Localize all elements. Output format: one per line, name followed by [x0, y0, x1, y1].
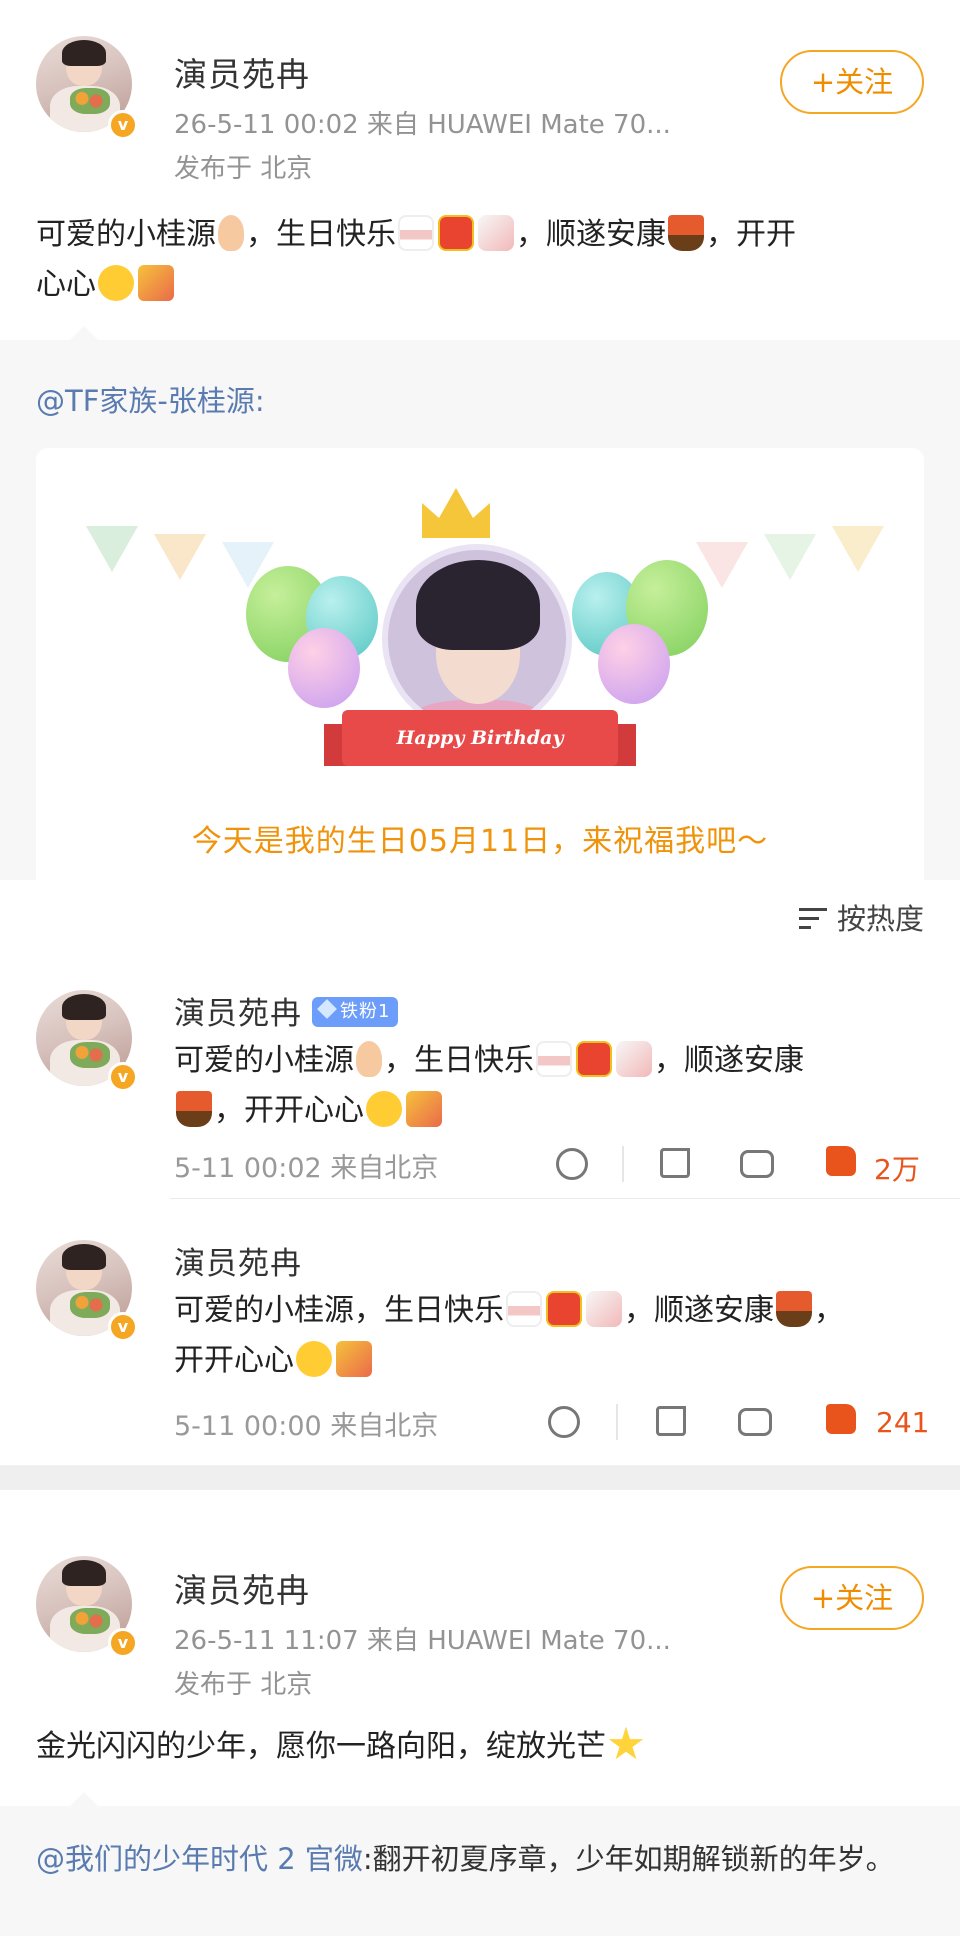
sailboat-icon	[176, 1090, 212, 1127]
author-name[interactable]: 演员苑冉	[174, 1564, 310, 1612]
sailboat-icon	[668, 214, 704, 251]
post-location: 发布于 北京	[174, 154, 313, 184]
repost-text: @我们的少年时代 2 官微:翻开初夏序章，少年如期解锁新的年岁。	[36, 1842, 895, 1876]
smile-icon	[296, 1340, 332, 1377]
verified-badge-icon: v	[108, 1628, 138, 1658]
repost-block[interactable]: @我们的少年时代 2 官微:翻开初夏序章，少年如期解锁新的年岁。	[0, 1792, 960, 1936]
diamond-icon	[317, 998, 337, 1019]
comment-item[interactable]: v 演员苑冉 铁粉1 可爱的小桂源 ，生日快乐 ，顺遂安康 ，开开心心 5-11 00…	[0, 970, 960, 1198]
gift-icon	[438, 214, 474, 251]
birthday-card[interactable]: Happy Birthday 今天是我的生日05月11日，来祝福我吧～	[36, 448, 924, 880]
comment-text: 可爱的小桂源 ，生日快乐 ，顺遂安康 ，开开心心	[174, 1036, 894, 1136]
smile-icon	[366, 1090, 402, 1127]
post-time-source: 26-5-11 00:02 来自 HUAWEI Mate 70...	[174, 110, 671, 140]
repost-notch	[70, 1792, 98, 1806]
comment-item[interactable]: v 演员苑冉 可爱的小桂源，生日快乐 ，顺遂安康， 开开心心 5-11 00:00…	[0, 1200, 960, 1450]
happy-birthday-ribbon: Happy Birthday	[342, 710, 618, 766]
sort-label: 按热度	[836, 902, 924, 936]
author-name[interactable]: 演员苑冉	[174, 48, 310, 96]
cake-icon	[536, 1040, 572, 1077]
verified-badge-icon: v	[108, 1062, 138, 1092]
birthday-portrait	[382, 544, 572, 734]
comment-time: 5-11 00:02 来自北京	[174, 1153, 439, 1184]
cake-icon	[398, 214, 434, 251]
section-gap	[0, 1466, 960, 1490]
follow-button[interactable]: +关注	[780, 1566, 924, 1630]
repost-mention[interactable]: @我们的少年时代 2 官微	[36, 1842, 363, 1876]
comment-time: 5-11 00:00 来自北京	[174, 1411, 439, 1442]
sad-face-icon[interactable]	[556, 1148, 588, 1180]
follow-button[interactable]: +关注	[780, 50, 924, 114]
like-count: 2万	[874, 1153, 920, 1186]
party-popper-icon	[138, 264, 174, 301]
star-icon	[608, 1726, 644, 1760]
party-popper-icon	[406, 1090, 442, 1127]
sort-by-hot[interactable]: 按热度	[798, 896, 924, 938]
verified-badge-icon: v	[108, 110, 138, 140]
like-icon[interactable]	[826, 1146, 856, 1176]
share-icon[interactable]	[660, 1148, 690, 1178]
share-icon[interactable]	[656, 1406, 686, 1436]
repost-notch	[70, 326, 98, 340]
smile-icon	[98, 264, 134, 301]
ribbon-icon	[478, 214, 514, 251]
comment-icon[interactable]	[738, 1408, 772, 1436]
comment-icon[interactable]	[740, 1150, 774, 1178]
party-popper-icon	[336, 1340, 372, 1377]
fan-badge: 铁粉1	[312, 996, 399, 1027]
birthday-caption: 今天是我的生日05月11日，来祝福我吧～	[191, 824, 769, 859]
crown-icon	[422, 488, 490, 538]
comment-author[interactable]: 演员苑冉 铁粉1	[174, 988, 399, 1033]
ribbon-icon	[586, 1290, 622, 1327]
comment-author[interactable]: 演员苑冉	[174, 1238, 302, 1283]
like-count: 241	[876, 1406, 930, 1439]
comment-text: 可爱的小桂源，生日快乐 ，顺遂安康， 开开心心	[174, 1286, 904, 1386]
balloon	[598, 624, 670, 704]
post-location: 发布于 北京	[174, 1670, 313, 1700]
post-card-1: v 演员苑冉 26-5-11 00:02 来自 HUAWEI Mate 70..…	[0, 0, 960, 340]
post-time-source: 26-5-11 11:07 来自 HUAWEI Mate 70...	[174, 1626, 671, 1656]
gift-icon	[546, 1290, 582, 1327]
sad-face-icon[interactable]	[548, 1406, 580, 1438]
sailboat-icon	[776, 1290, 812, 1327]
like-icon[interactable]	[826, 1404, 856, 1434]
post-text: 可爱的小桂源 ，生日快乐 ，顺遂安康 ，开开 心心	[36, 210, 936, 310]
hand-heart-icon	[218, 214, 244, 251]
post-text: 金光闪闪的少年，愿你一路向阳，绽放光芒	[36, 1722, 936, 1772]
sort-icon	[798, 908, 827, 930]
verified-badge-icon: v	[108, 1312, 138, 1342]
ribbon-icon	[616, 1040, 652, 1077]
hand-heart-icon	[356, 1040, 382, 1077]
repost-mention[interactable]: @TF家族-张桂源:	[36, 378, 265, 420]
cake-icon	[506, 1290, 542, 1327]
gift-icon	[576, 1040, 612, 1077]
balloon	[288, 628, 360, 708]
